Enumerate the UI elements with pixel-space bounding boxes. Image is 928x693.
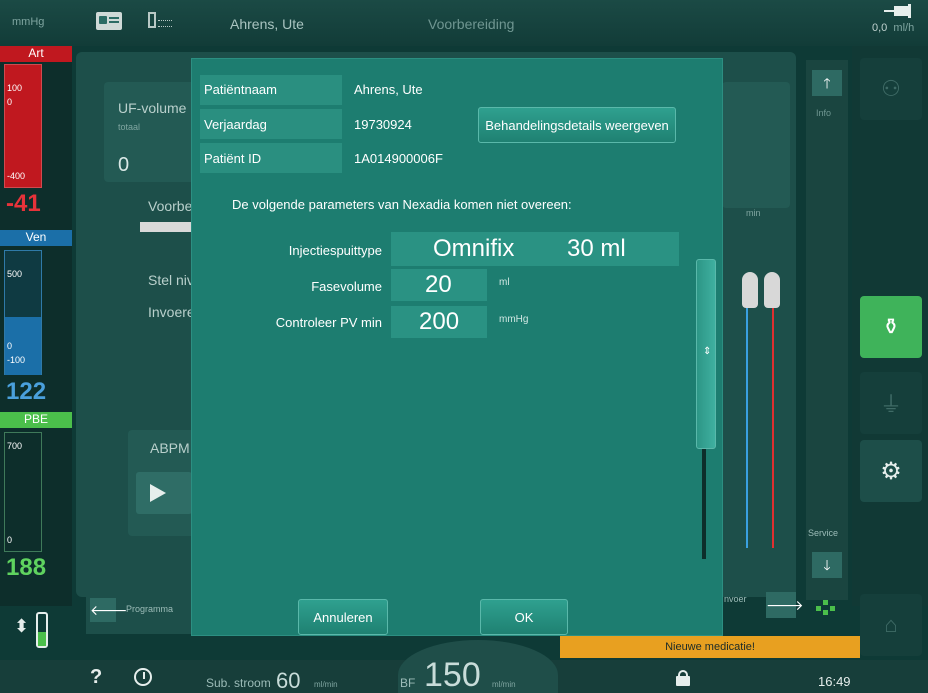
card-icon[interactable] [96,12,122,30]
phase-label: Voorbereiding [428,16,515,32]
art-label: Art [0,46,72,62]
pbe-scale: 700 0 [4,432,42,552]
syringe-program-icon: ⚱ [881,314,901,339]
network-icon[interactable] [148,12,174,34]
birthday-value: 19730924 [354,117,412,132]
bf-label: BF [400,676,416,690]
ok-button[interactable]: OK [480,599,568,635]
settings-button[interactable]: ⚙ [860,440,922,502]
pump-rate: 0,0 ml/h [872,22,915,34]
param-value-syringe-box: Omnifix 30 ml [391,232,679,266]
pbe-label: PBE [0,412,72,428]
level-adjust-icon[interactable]: ⬍ [8,608,64,654]
mismatch-message: De volgende parameters van Nexadia komen… [232,197,572,212]
service-label: Service [808,528,839,538]
art-scale: 100 0 -400 [4,64,42,188]
param-value-phase-volume-box: 20 [391,269,487,301]
art-scale-mid: 0 [7,97,13,107]
patient-id-label: Patiënt ID [204,151,262,166]
param-value-pv-min-box: 200 [391,306,487,338]
scrollbar-thumb[interactable]: ⇕ [696,259,716,449]
pbe-scale-top: 700 [7,441,23,451]
scroll-up-icon[interactable]: 🡑 [812,70,842,96]
param-label-syringe: Injectiespuittype [288,243,382,258]
home-icon: ⌂ [884,612,898,637]
patient-connect-button[interactable]: ⚇ [860,58,922,120]
art-pressure-value: -41 [6,190,41,217]
timer-card [722,82,790,208]
pbe-pressure-value: 188 [6,554,47,581]
ven-scale: 500 0 -100 [4,250,42,375]
clock-time: 16:49 [818,674,851,689]
filter-icon: ⏚ [879,392,902,417]
new-medication-notification[interactable]: Nieuwe medicatie! [560,636,860,658]
min-label: min [746,208,761,218]
param-label-pv-min: Controleer PV min [275,315,382,330]
param-value-pv-min: 200 [419,308,460,335]
sub-flow-value: 60 [276,668,301,693]
uf-volume-label: UF-volume [118,100,187,116]
ven-scale-top: 500 [7,269,23,279]
patient-name-value: Ahrens, Ute [354,82,423,97]
scroll-down-icon[interactable]: 🡓 [812,552,842,578]
art-scale-bottom: -400 [7,171,26,181]
param-value-phase-volume: 20 [425,271,452,298]
param-value-syringe: Omnifix [433,235,515,262]
help-icon[interactable]: ? [90,666,102,689]
clock-icon[interactable] [134,668,152,686]
nav-dots-icon [816,600,840,616]
sub-flow-unit: ml/min [314,680,338,689]
filter-button[interactable]: ⏚ [860,372,922,434]
pressure-unit: mmHg [12,16,45,28]
art-scale-top: 100 [7,83,23,93]
forward-arrow-icon[interactable]: 🡒 [766,592,804,618]
info-label: Info [816,108,832,118]
param-value-syringe-size: 30 ml [567,235,626,262]
home-button[interactable]: ⌂ [860,594,922,656]
top-status-bar: mmHg Ahrens, Ute Voorbereiding 0,0 ml/h [0,0,928,46]
treatment-details-button[interactable]: Behandelingsdetails weergeven [478,107,676,143]
patient-id-value: 1A014900006F [354,151,443,166]
syringe-program-button[interactable]: ⚱ [860,296,922,358]
parameter-mismatch-dialog: Patiëntnaam Ahrens, Ute Verjaardag 19730… [191,58,723,636]
birthday-label: Verjaardag [204,117,267,132]
abpm-label: ABPM [150,440,190,456]
blood-circuit-diagram [724,260,794,560]
back-arrow-icon[interactable]: 🡐 [90,598,128,622]
ven-scale-mid: 0 [7,341,13,351]
program-nav[interactable]: 🡐 Programma [86,590,206,634]
patient-name-header: Ahrens, Ute [230,16,304,32]
ven-pressure-value: 122 [6,378,47,405]
bf-unit: ml/min [492,680,516,689]
cancel-button[interactable]: Annuleren [298,599,388,635]
invoer-label: nvoer [724,594,747,604]
ven-label: Ven [0,230,72,246]
param-unit-pv-min: mmHg [499,314,529,325]
ven-scale-bottom: -100 [7,355,26,365]
scroll-grip-icon: ⇕ [703,346,712,357]
programma-label: Programma [126,604,174,614]
sub-flow-label: Sub. stroom [206,676,271,690]
param-unit-phase-volume: ml [499,277,510,288]
prep-progress-bar [140,222,192,232]
uf-volume-value: 0 [118,154,130,176]
abpm-start-button[interactable] [136,472,192,514]
settings-icon: ⚙ [880,457,902,485]
patient-connect-icon: ⚇ [881,76,901,101]
param-label-phase-volume: Fasevolume [311,279,382,294]
syringe-pump-icon [884,4,914,18]
uf-total-label: totaal [118,122,141,132]
right-nav-rail [806,60,848,600]
lock-icon[interactable] [676,670,690,686]
pbe-scale-bottom: 0 [7,535,13,545]
patient-name-label: Patiëntnaam [204,82,277,97]
bf-value: 150 [424,656,481,693]
